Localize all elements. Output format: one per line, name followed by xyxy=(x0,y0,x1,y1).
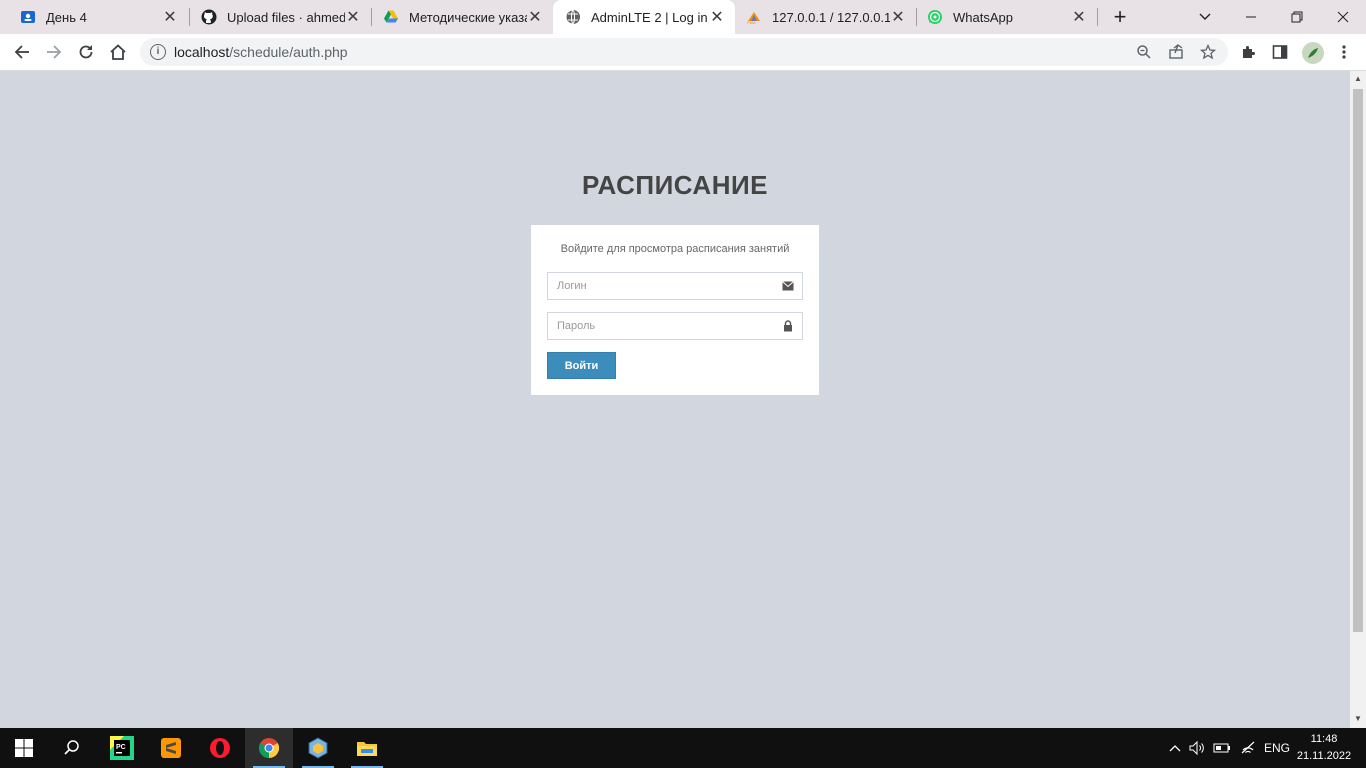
pycharm-icon[interactable]: PC xyxy=(98,728,146,768)
scrollbar-thumb[interactable] xyxy=(1353,89,1363,632)
envelope-icon xyxy=(782,280,794,292)
google-drive-icon xyxy=(383,9,399,25)
lock-icon xyxy=(782,320,794,332)
side-panel-icon[interactable] xyxy=(1266,38,1294,66)
url-host: localhost xyxy=(174,44,230,60)
tab-search-button[interactable] xyxy=(1182,0,1228,34)
url-text[interactable]: localhost/schedule/auth.php xyxy=(174,44,348,60)
show-hidden-icons-icon[interactable] xyxy=(1164,728,1186,768)
tab-day-4[interactable]: День 4 ✕ xyxy=(0,0,188,34)
chrome-menu-icon[interactable] xyxy=(1330,38,1358,66)
tab-title: День 4 xyxy=(46,9,87,25)
close-icon[interactable]: ✕ xyxy=(527,9,543,26)
virtualbox-icon[interactable] xyxy=(294,728,342,768)
new-tab-button[interactable]: + xyxy=(1108,4,1132,29)
login-logo: РАСПИСАНИЕ xyxy=(581,170,769,200)
page-content: РАСПИСАНИЕ Войдите для просмотра расписа… xyxy=(0,71,1350,728)
tab-separator xyxy=(1097,8,1098,26)
reload-button[interactable] xyxy=(72,38,100,66)
tab-title: 127.0.0.1 / 127.0.0.1 / xyxy=(772,9,890,25)
tab-title: AdminLTE 2 | Log in xyxy=(591,9,708,25)
close-icon[interactable]: ✕ xyxy=(1071,9,1087,26)
password-input[interactable] xyxy=(548,313,777,339)
svg-text:PMA: PMA xyxy=(747,20,756,25)
sublime-text-icon[interactable] xyxy=(147,728,195,768)
tab-google-drive[interactable]: Методические указан ✕ xyxy=(363,0,553,34)
svg-text:PC: PC xyxy=(116,744,126,751)
close-icon[interactable]: ✕ xyxy=(345,9,361,26)
close-icon[interactable]: ✕ xyxy=(890,9,906,26)
login-box-msg: Войдите для просмотра расписания занятий xyxy=(560,243,790,255)
tab-github-upload[interactable]: Upload files · ahmedin ✕ xyxy=(181,0,371,34)
tab-title: WhatsApp xyxy=(953,9,1013,25)
submit-button[interactable]: Войти xyxy=(547,352,616,379)
home-button[interactable] xyxy=(104,38,132,66)
tab-title: Методические указан xyxy=(409,9,527,25)
wifi-icon[interactable] xyxy=(1237,728,1259,768)
close-icon[interactable]: ✕ xyxy=(709,9,725,26)
tab-title: Upload files · ahmedin xyxy=(227,9,345,25)
globe-icon xyxy=(565,9,581,25)
windows-start-icon[interactable] xyxy=(0,728,48,768)
address-bar[interactable]: i localhost/schedule/auth.php xyxy=(140,38,1228,66)
login-field xyxy=(547,272,803,300)
volume-icon[interactable] xyxy=(1187,728,1209,768)
profile-avatar[interactable] xyxy=(1302,42,1324,64)
whatsapp-icon xyxy=(927,9,943,25)
restore-button[interactable] xyxy=(1274,0,1320,34)
extensions-icon[interactable] xyxy=(1234,38,1262,66)
google-classroom-icon xyxy=(20,9,36,25)
browser-toolbar: i localhost/schedule/auth.php xyxy=(0,34,1366,71)
search-icon[interactable] xyxy=(48,728,96,768)
phpmyadmin-icon: PMA xyxy=(746,9,762,25)
tab-phpmyadmin[interactable]: PMA 127.0.0.1 / 127.0.0.1 / ✕ xyxy=(726,0,916,34)
file-explorer-icon[interactable] xyxy=(343,728,391,768)
zoom-icon[interactable] xyxy=(1134,42,1154,62)
battery-icon[interactable] xyxy=(1211,728,1233,768)
chrome-icon[interactable] xyxy=(245,728,293,768)
opera-icon[interactable] xyxy=(196,728,244,768)
site-info-icon[interactable]: i xyxy=(150,44,166,60)
browser-tab-strip: День 4 ✕ Upload files · ahmedin ✕ Методи… xyxy=(0,0,1366,34)
clock-time: 11:48 xyxy=(1310,733,1338,745)
windows-taskbar: PC ENG 11:48 21.11.2022 xyxy=(0,728,1366,768)
close-window-button[interactable] xyxy=(1320,0,1366,34)
url-path: /schedule/auth.php xyxy=(229,44,348,60)
forward-button[interactable] xyxy=(40,38,68,66)
login-box: Войдите для просмотра расписания занятий… xyxy=(531,225,819,395)
tab-whatsapp[interactable]: WhatsApp ✕ xyxy=(907,0,1097,34)
clock-date: 21.11.2022 xyxy=(1296,750,1352,762)
tab-adminlte-login[interactable]: AdminLTE 2 | Log in ✕ xyxy=(553,0,735,34)
system-clock[interactable]: 11:48 21.11.2022 xyxy=(1296,731,1352,765)
minimize-button[interactable] xyxy=(1228,0,1274,34)
github-icon xyxy=(201,9,217,25)
scroll-down-arrow-icon[interactable]: ▼ xyxy=(1353,714,1363,724)
scroll-up-arrow-icon[interactable]: ▲ xyxy=(1353,74,1363,84)
close-icon[interactable]: ✕ xyxy=(162,9,178,26)
back-button[interactable] xyxy=(8,38,36,66)
bookmark-star-icon[interactable] xyxy=(1198,42,1218,62)
share-icon[interactable] xyxy=(1166,42,1186,62)
password-field xyxy=(547,312,803,340)
login-input[interactable] xyxy=(548,273,777,299)
page-scrollbar[interactable]: ▲ ▼ xyxy=(1350,71,1366,728)
language-indicator[interactable]: ENG xyxy=(1262,728,1292,768)
